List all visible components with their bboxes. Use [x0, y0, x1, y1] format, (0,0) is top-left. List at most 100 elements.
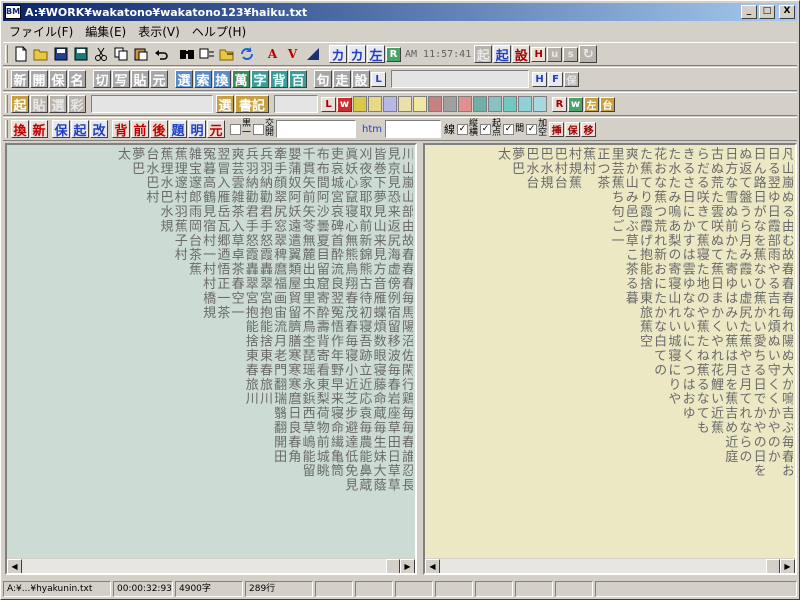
- menu-edit[interactable]: 編集(E): [79, 23, 132, 41]
- save-end-button[interactable]: 保: [565, 121, 581, 137]
- add-check[interactable]: ✓: [526, 123, 538, 135]
- fill-icon[interactable]: [303, 45, 322, 64]
- front-button[interactable]: 前: [131, 120, 149, 139]
- swatch-13[interactable]: [533, 96, 547, 112]
- open-folder-icon[interactable]: [31, 45, 50, 64]
- toolbar1-kanji-3[interactable]: 設: [512, 45, 531, 64]
- save-as-icon[interactable]: [71, 45, 90, 64]
- swatch-5[interactable]: [413, 96, 427, 112]
- left-end-button[interactable]: 左: [584, 96, 599, 112]
- cut-button[interactable]: 切: [93, 70, 111, 89]
- save-icon[interactable]: [51, 45, 70, 64]
- toolbar1-s-button[interactable]: s: [563, 46, 579, 62]
- gap-check[interactable]: ✓: [503, 123, 515, 135]
- binoculars-icon[interactable]: [177, 45, 196, 64]
- toolbar1-u-button[interactable]: u: [547, 46, 563, 62]
- start-layout-button[interactable]: 起: [71, 120, 89, 139]
- swatch-1[interactable]: [353, 96, 367, 112]
- settings-button[interactable]: 設: [352, 70, 370, 89]
- save-small-button[interactable]: 保: [564, 71, 579, 87]
- toolbar3-text-field[interactable]: [91, 95, 213, 113]
- hundred-button[interactable]: 百: [289, 70, 307, 89]
- swatch-3[interactable]: [383, 96, 397, 112]
- save-layout-button[interactable]: 保: [52, 120, 70, 139]
- background-button[interactable]: 背: [270, 70, 288, 89]
- toolbar1-kanji-2[interactable]: 起: [493, 45, 512, 64]
- toolbar-grip[interactable]: [5, 45, 8, 63]
- new-layout-button[interactable]: 新: [30, 120, 48, 139]
- scroll-left-icon[interactable]: ◀: [7, 559, 22, 573]
- notes-button[interactable]: 書記: [235, 95, 269, 114]
- maximize-button[interactable]: □: [759, 5, 775, 19]
- toolbar-grip[interactable]: [5, 70, 8, 88]
- toolbar-grip[interactable]: [5, 120, 8, 138]
- copy-button[interactable]: 写: [112, 70, 130, 89]
- swatch-4[interactable]: [398, 96, 412, 112]
- alternate-check[interactable]: [253, 123, 265, 135]
- swatch-7[interactable]: [443, 96, 457, 112]
- kanji-text-pane[interactable]: 川山嵐山部由故春春春毎馬陽沼佐閑行鶏毎毎春誰忍長 見京見恐来返尻海虚傍例宿留移波…: [5, 143, 417, 575]
- origin-button[interactable]: 元: [207, 120, 225, 139]
- kana-button-1[interactable]: カ: [329, 45, 347, 64]
- new-file-icon[interactable]: [11, 45, 30, 64]
- app-icon[interactable]: BM: [5, 5, 21, 19]
- vertical-check[interactable]: ✓: [457, 123, 469, 135]
- r-color-button[interactable]: R: [552, 96, 567, 112]
- font-color-icon[interactable]: A: [263, 45, 282, 64]
- left-horizontal-scrollbar[interactable]: ◀ ▶: [7, 558, 415, 573]
- undo-icon[interactable]: [151, 45, 170, 64]
- toolbar2-text-field[interactable]: [391, 70, 529, 88]
- swatch-11[interactable]: [503, 96, 517, 112]
- swatch-8[interactable]: [458, 96, 472, 112]
- toolbar1-cycle-button[interactable]: ↻: [579, 45, 598, 63]
- swatch-10[interactable]: [488, 96, 502, 112]
- menu-help[interactable]: ヘルプ(H): [186, 23, 252, 41]
- select-button[interactable]: 選: [175, 70, 193, 89]
- toolbar1-h-button[interactable]: H: [531, 46, 547, 62]
- color-button[interactable]: 彩: [68, 95, 86, 114]
- replace-button[interactable]: 換: [213, 70, 231, 89]
- start-check[interactable]: ✓: [480, 123, 492, 135]
- refresh-icon[interactable]: [237, 45, 256, 64]
- bright-button[interactable]: 明: [188, 120, 206, 139]
- left-align-button[interactable]: 左: [367, 45, 385, 64]
- r-button[interactable]: R: [386, 46, 401, 62]
- revise-button[interactable]: 改: [90, 120, 108, 139]
- h-button[interactable]: H: [532, 71, 547, 87]
- swatch-2[interactable]: [368, 96, 382, 112]
- open-button[interactable]: 開: [30, 70, 48, 89]
- swatch-12[interactable]: [518, 96, 532, 112]
- l-color-button[interactable]: L: [321, 96, 336, 112]
- new-button[interactable]: 新: [11, 70, 29, 89]
- right-scroll-thumb[interactable]: [766, 559, 780, 573]
- run-button[interactable]: 走: [333, 70, 351, 89]
- paste-format-button[interactable]: 貼: [30, 95, 48, 114]
- scroll-right-icon[interactable]: ▶: [400, 559, 415, 573]
- undo-button[interactable]: 元: [150, 70, 168, 89]
- move-button[interactable]: 移: [581, 121, 597, 137]
- paste-icon[interactable]: [131, 45, 150, 64]
- phrase-button[interactable]: 句: [314, 70, 332, 89]
- title-bar[interactable]: BM A:¥WORK¥wakatono¥wakatono123¥haiku.tx…: [3, 3, 797, 21]
- w-color-button[interactable]: w: [337, 96, 352, 112]
- kana-button-2[interactable]: カ: [348, 45, 366, 64]
- htm-field[interactable]: [385, 120, 442, 138]
- l-button[interactable]: L: [371, 71, 386, 87]
- paste-button[interactable]: 貼: [131, 70, 149, 89]
- kana-text-pane[interactable]: 凡山嵐ぬる由む故春春春毎れ陽ぬ大か嗚吉ぶ毎春お 日る翌ゆ日霞部雨やる吉れ煩ぬい守…: [423, 143, 797, 575]
- stand-button[interactable]: 台: [600, 96, 615, 112]
- kanji-vertical-text[interactable]: 川山嵐山部由故春春春毎馬陽沼佐閑行鶏毎毎春誰忍長 見京見恐来返尻海虚傍例宿留移波…: [115, 147, 413, 557]
- left-scroll-thumb[interactable]: [386, 559, 400, 573]
- layout-text-field[interactable]: [276, 120, 357, 138]
- toolbar1-kanji-1[interactable]: 起: [474, 45, 493, 64]
- toolbar3-small-field[interactable]: [274, 95, 318, 113]
- search-button[interactable]: 索: [194, 70, 212, 89]
- swatch-6[interactable]: [428, 96, 442, 112]
- title-button[interactable]: 題: [169, 120, 187, 139]
- minimize-button[interactable]: _: [741, 5, 757, 19]
- font-v-icon[interactable]: V: [283, 45, 302, 64]
- w-end-button[interactable]: w: [568, 96, 583, 112]
- start-button[interactable]: 起: [11, 95, 29, 114]
- after-button[interactable]: 後: [150, 120, 168, 139]
- menu-file[interactable]: ファイル(F): [3, 23, 79, 41]
